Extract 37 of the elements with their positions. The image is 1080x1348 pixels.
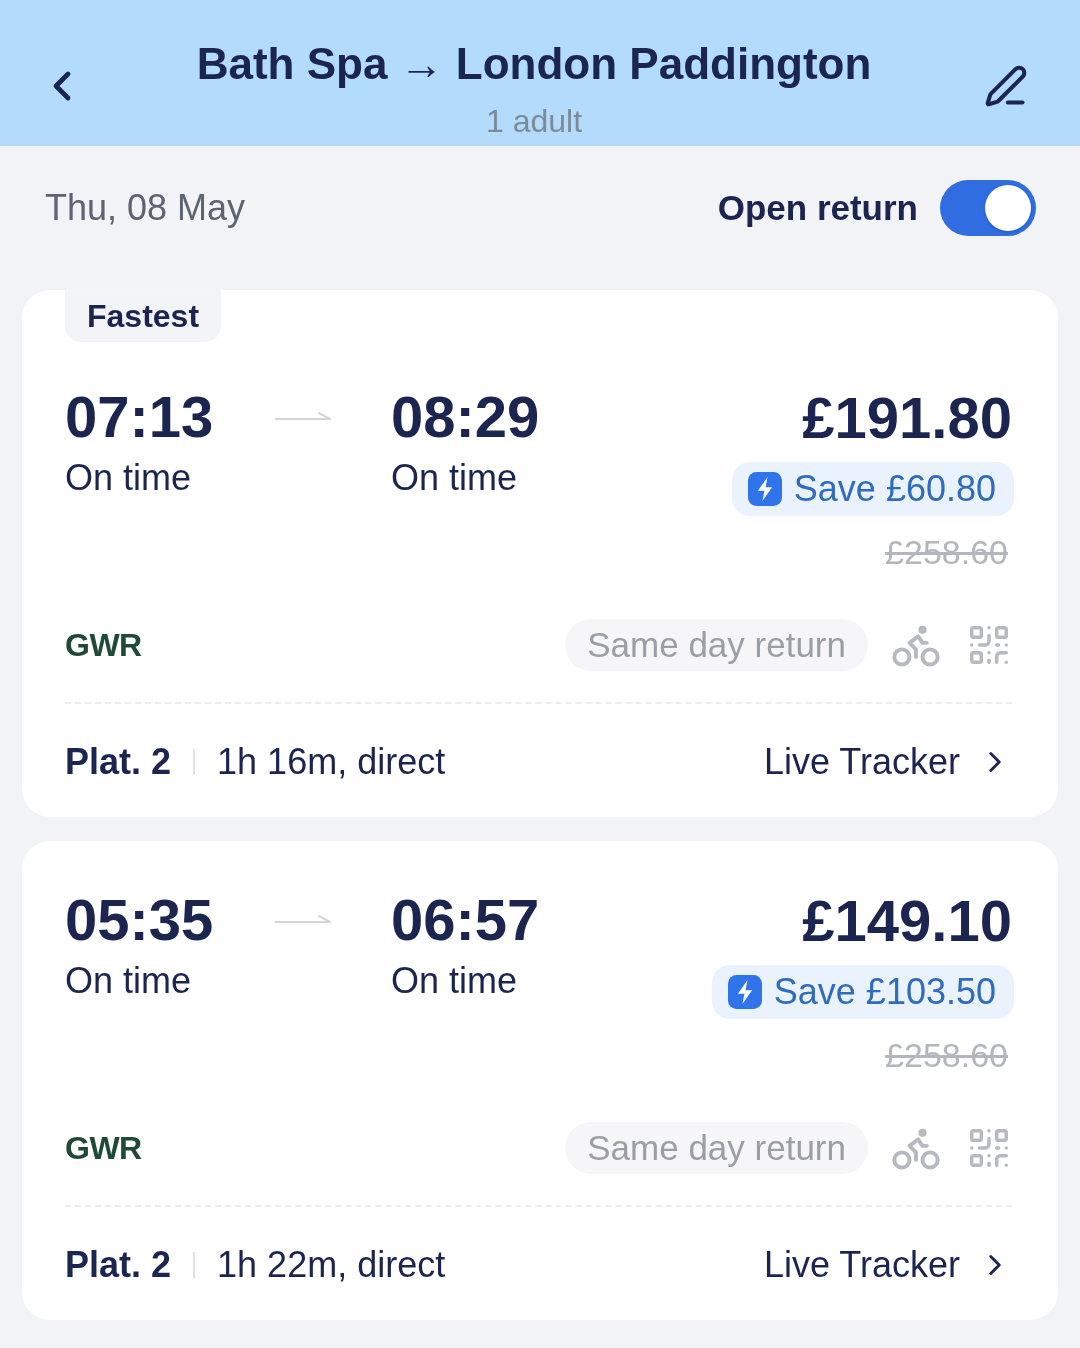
arrival-time: 06:57 <box>391 889 540 951</box>
departure-status: On time <box>65 960 192 1002</box>
ticket-type-pill: Same day return <box>565 619 868 671</box>
arrival-status: On time <box>391 960 518 1002</box>
departure-time: 07:13 <box>65 386 214 448</box>
operator-logo: GWR <box>65 1129 142 1167</box>
arrow-icon <box>275 913 331 925</box>
saving-text: Save £60.80 <box>793 468 996 510</box>
arrival-status: On time <box>391 457 518 499</box>
platform-label: Plat. 2 <box>65 741 172 783</box>
platform-label: Plat. 2 <box>65 1244 172 1286</box>
original-price: £258.60 <box>885 1035 1008 1075</box>
passenger-count: 1 adult <box>485 102 583 141</box>
open-return-label: Open return <box>717 188 918 228</box>
arrow-icon <box>275 410 331 422</box>
journey-card[interactable]: Fastest 07:13 On time 08:29 On time £191.80 Save £60.80 £258.60 GWR Same day return Plat. 2 1h 16m, direct Live Tracker <box>22 290 1058 817</box>
operator-logo: GWR <box>65 626 142 664</box>
journey-duration: 1h 22m, direct <box>217 1244 446 1286</box>
live-tracker-link[interactable]: Live Tracker <box>763 741 1012 783</box>
live-tracker-link[interactable]: Live Tracker <box>763 1244 1012 1286</box>
travel-date: Thu, 08 May <box>45 187 246 229</box>
fastest-tag: Fastest <box>65 290 222 342</box>
fare-price: £149.10 <box>802 889 1012 953</box>
route-title: Bath Spa → London Paddington <box>196 38 872 90</box>
edit-icon <box>984 64 1028 108</box>
lightning-icon <box>727 975 762 1009</box>
original-price: £258.60 <box>885 532 1008 572</box>
arrival-time: 08:29 <box>391 386 540 448</box>
departure-time: 05:35 <box>65 889 214 951</box>
journey-duration: 1h 16m, direct <box>217 741 446 783</box>
fare-price: £191.80 <box>802 386 1012 450</box>
open-return-switch[interactable] <box>940 180 1036 236</box>
ticket-type-pill: Same day return <box>565 1122 868 1174</box>
journey-card[interactable]: 05:35 On time 06:57 On time £149.10 Save £103.50 £258.60 GWR Same day return Plat. 2 1h 22m, direct Live Tracker <box>22 841 1058 1320</box>
departure-status: On time <box>65 457 192 499</box>
saving-text: Save £103.50 <box>773 971 996 1013</box>
lightning-icon <box>747 472 782 506</box>
